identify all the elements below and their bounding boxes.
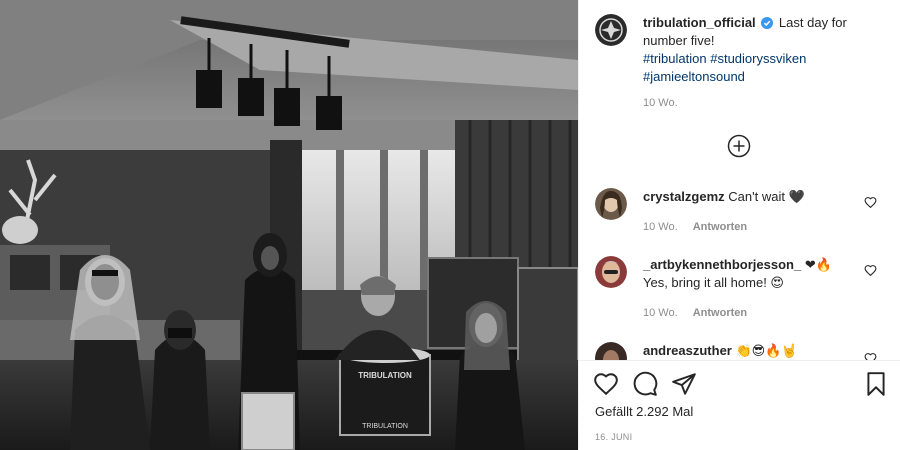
post-date[interactable]: 16. JUNI bbox=[595, 432, 632, 442]
comments-list: crystalzgemz Can't wait 🖤 10 Wo. Antwort… bbox=[579, 180, 900, 360]
band-logo-icon bbox=[595, 14, 627, 46]
like-comment-heart-icon[interactable] bbox=[864, 196, 877, 209]
heart-icon[interactable] bbox=[593, 371, 619, 397]
comment-body: crystalzgemz Can't wait 🖤 10 Wo. Antwort… bbox=[643, 188, 861, 236]
instagram-post: TRIBULATION TRIBULATION tribulation_offi… bbox=[0, 0, 900, 450]
like-comment-heart-icon[interactable] bbox=[864, 352, 877, 360]
commenter-avatar[interactable] bbox=[595, 256, 627, 288]
post-caption: tribulation_official Last day for number… bbox=[595, 14, 888, 50]
comment-text: 👏😎🔥🤘 bbox=[735, 343, 798, 358]
avatar-icon bbox=[595, 256, 627, 288]
hashtag-link[interactable]: #jamieeltonsound bbox=[643, 68, 806, 86]
comment-text: Can't wait 🖤 bbox=[728, 189, 805, 204]
avatar-icon bbox=[595, 342, 627, 360]
comment-timestamp[interactable]: 10 Wo. bbox=[643, 221, 678, 233]
reply-button[interactable]: Antworten bbox=[693, 221, 747, 233]
hashtag-link[interactable]: #tribulation bbox=[643, 51, 707, 66]
share-icon[interactable] bbox=[671, 371, 697, 397]
comment-username[interactable]: _artbykennethborjesson_ bbox=[643, 257, 801, 272]
profile-avatar[interactable] bbox=[595, 14, 627, 46]
comment-username[interactable]: crystalzgemz bbox=[643, 189, 725, 204]
caption-timestamp[interactable]: 10 Wo. bbox=[643, 97, 678, 109]
verified-badge-icon bbox=[761, 17, 774, 29]
comment-body: _artbykennethborjesson_ ❤🔥 Yes, bring it… bbox=[643, 256, 861, 322]
comment-item: _artbykennethborjesson_ ❤🔥 Yes, bring it… bbox=[595, 256, 889, 322]
load-more-comments-button[interactable] bbox=[727, 134, 751, 158]
comment-item: andreaszuther 👏😎🔥🤘 bbox=[595, 342, 889, 360]
comment-meta: 10 Wo. Antworten bbox=[643, 304, 861, 322]
post-side-panel: tribulation_official Last day for number… bbox=[578, 0, 900, 450]
plus-circle-icon bbox=[727, 134, 751, 158]
reply-button[interactable]: Antworten bbox=[693, 307, 747, 319]
comment-meta: 10 Wo. Antworten bbox=[643, 218, 861, 236]
bookmark-icon[interactable] bbox=[863, 371, 889, 397]
studio-band-photo: TRIBULATION TRIBULATION bbox=[0, 0, 578, 450]
like-comment-heart-icon[interactable] bbox=[864, 264, 877, 277]
drum-logo-top: TRIBULATION bbox=[358, 371, 412, 380]
likes-count[interactable]: Gefällt 2.292 Mal bbox=[595, 404, 693, 419]
drum-logo-bottom: TRIBULATION bbox=[362, 423, 408, 430]
hashtag-link[interactable]: #studioryssviken bbox=[710, 51, 806, 66]
caption-username[interactable]: tribulation_official bbox=[643, 15, 756, 30]
hashtag-list: #tribulation #studioryssviken #jamieelto… bbox=[643, 50, 806, 86]
caption-text-block: tribulation_official Last day for number… bbox=[643, 14, 888, 50]
comment-body: andreaszuther 👏😎🔥🤘 bbox=[643, 342, 861, 360]
post-actions-bar: Gefällt 2.292 Mal 16. JUNI bbox=[579, 360, 900, 450]
commenter-avatar[interactable] bbox=[595, 188, 627, 220]
comment-text: ❤🔥 bbox=[804, 257, 832, 272]
comment-icon[interactable] bbox=[632, 371, 658, 397]
comment-username[interactable]: andreaszuther bbox=[643, 343, 732, 358]
avatar-icon bbox=[595, 188, 627, 220]
post-photo[interactable]: TRIBULATION TRIBULATION bbox=[0, 0, 578, 450]
comment-item: crystalzgemz Can't wait 🖤 10 Wo. Antwort… bbox=[595, 188, 889, 236]
comment-text: Yes, bring it all home! 😍 bbox=[643, 275, 784, 290]
comment-timestamp[interactable]: 10 Wo. bbox=[643, 307, 678, 319]
commenter-avatar[interactable] bbox=[595, 342, 627, 360]
